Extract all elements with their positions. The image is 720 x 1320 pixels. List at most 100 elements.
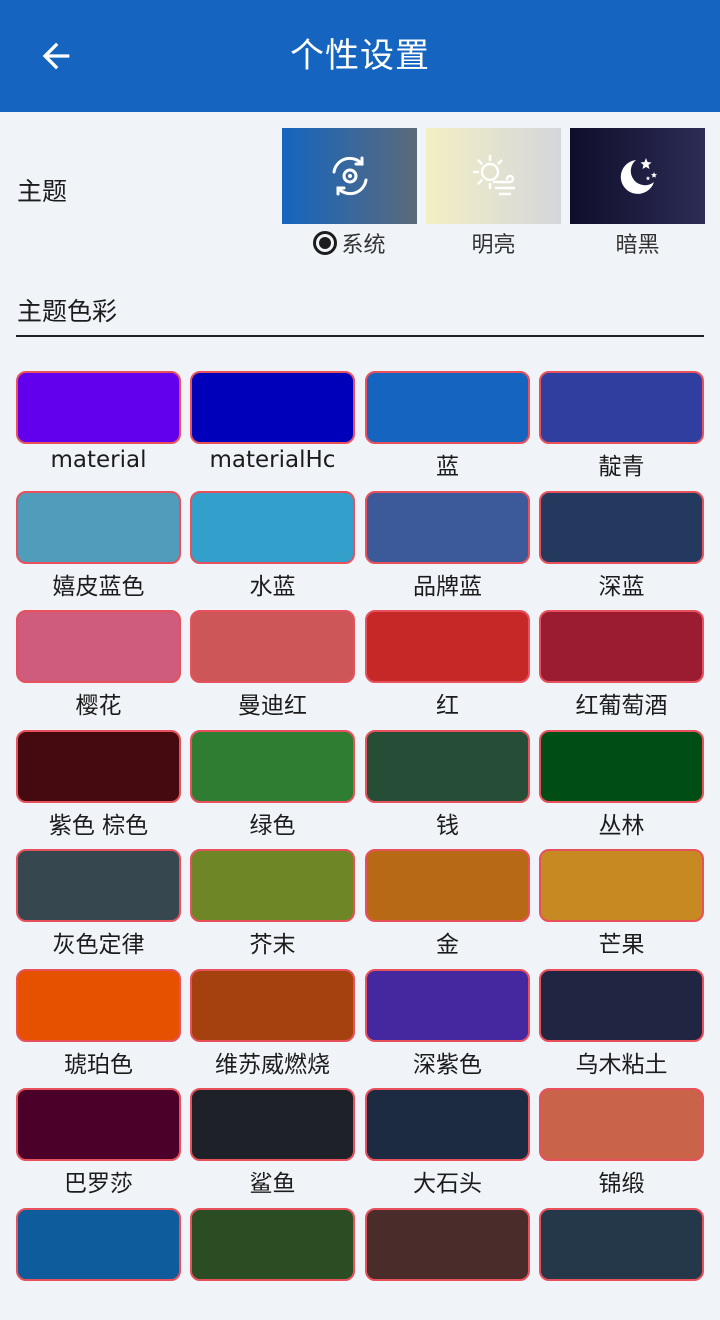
- color-swatch-box[interactable]: [539, 491, 704, 564]
- color-swatch-box[interactable]: [365, 1088, 530, 1161]
- color-swatch[interactable]: 维苏威燃烧: [190, 969, 355, 1081]
- color-swatch[interactable]: 巴罗莎: [16, 1088, 181, 1200]
- color-swatch-box[interactable]: [190, 371, 355, 444]
- color-swatch-label: 维苏威燃烧: [215, 1052, 330, 1078]
- color-swatch[interactable]: 鲨鱼: [190, 1088, 355, 1200]
- color-swatch[interactable]: material: [16, 371, 181, 483]
- color-swatch[interactable]: 金: [365, 849, 530, 961]
- theme-tile-system[interactable]: [282, 128, 417, 224]
- color-swatch-box[interactable]: [539, 1208, 704, 1281]
- color-swatch-label: 芒果: [598, 932, 645, 958]
- color-swatch-box[interactable]: [365, 1208, 530, 1281]
- color-swatch[interactable]: 红: [365, 610, 530, 722]
- color-swatch[interactable]: 品牌蓝: [365, 491, 530, 603]
- moon-stars-icon: [620, 158, 657, 194]
- color-swatch-box[interactable]: [365, 969, 530, 1042]
- color-swatch[interactable]: [365, 1208, 530, 1320]
- color-swatch[interactable]: 锦缎: [539, 1088, 704, 1200]
- color-swatch-box[interactable]: [365, 491, 530, 564]
- color-swatch[interactable]: 红葡萄酒: [539, 610, 704, 722]
- color-swatch-label: 大石头: [413, 1171, 482, 1197]
- color-swatch[interactable]: [190, 1208, 355, 1320]
- theme-option-dark[interactable]: 暗黑: [570, 128, 705, 258]
- theme-tile-light[interactable]: [426, 128, 561, 224]
- color-swatch-box[interactable]: [190, 1208, 355, 1281]
- section-divider: [16, 335, 704, 337]
- color-swatch-box[interactable]: [190, 1088, 355, 1161]
- color-swatch-box[interactable]: [190, 730, 355, 803]
- color-swatch-label: 品牌蓝: [413, 574, 482, 600]
- color-swatch-label: 琥珀色: [64, 1052, 133, 1078]
- color-swatch-box[interactable]: [539, 969, 704, 1042]
- radio-selected-icon[interactable]: [313, 231, 338, 255]
- color-swatch-box[interactable]: [190, 610, 355, 683]
- theme-option-light[interactable]: 明亮: [426, 128, 561, 258]
- color-swatch-box[interactable]: [16, 730, 181, 803]
- color-swatch[interactable]: 丛林: [539, 730, 704, 842]
- color-swatch[interactable]: 大石头: [365, 1088, 530, 1200]
- color-swatch-box[interactable]: [16, 371, 181, 444]
- theme-name-dark: 暗黑: [615, 233, 660, 258]
- color-swatch-box[interactable]: [539, 730, 704, 803]
- color-swatch[interactable]: 灰色定律: [16, 849, 181, 961]
- color-swatch-box[interactable]: [16, 1088, 181, 1161]
- color-swatch-box[interactable]: [539, 849, 704, 922]
- color-swatch-label: 芥末: [249, 932, 296, 958]
- color-swatch[interactable]: 曼迪红: [190, 610, 355, 722]
- color-swatch[interactable]: 深蓝: [539, 491, 704, 603]
- theme-tile-dark[interactable]: [570, 128, 705, 224]
- theme-caption-system: 系统: [282, 228, 417, 258]
- color-swatch-box[interactable]: [16, 610, 181, 683]
- color-swatch-label: 深蓝: [598, 574, 645, 600]
- color-swatch-box[interactable]: [539, 610, 704, 683]
- color-swatch-label: 金: [436, 932, 459, 958]
- theme-name-system: 系统: [341, 233, 386, 258]
- page-title: 个性设置: [290, 36, 430, 76]
- theme-caption-light: 明亮: [426, 228, 561, 258]
- color-swatch-label: 紫色 棕色: [48, 813, 149, 839]
- color-swatch-box[interactable]: [16, 969, 181, 1042]
- color-swatch-box[interactable]: [365, 371, 530, 444]
- theme-name-light: 明亮: [471, 233, 516, 258]
- color-swatch[interactable]: 芒果: [539, 849, 704, 961]
- color-swatch[interactable]: [539, 1208, 704, 1320]
- color-swatch-box[interactable]: [190, 969, 355, 1042]
- color-swatch-box[interactable]: [190, 849, 355, 922]
- color-swatch-label: 巴罗莎: [64, 1171, 133, 1197]
- color-swatch-label: 红葡萄酒: [575, 693, 668, 719]
- theme-option-system[interactable]: 系统: [282, 128, 417, 258]
- color-swatch-label: 丛林: [598, 813, 645, 839]
- color-swatch-box[interactable]: [16, 491, 181, 564]
- color-swatch-label: 绿色: [249, 813, 296, 839]
- color-swatch-box[interactable]: [539, 371, 704, 444]
- sun-cloud-icon: [472, 154, 515, 196]
- color-swatch[interactable]: 钱: [365, 730, 530, 842]
- color-swatch-box[interactable]: [365, 730, 530, 803]
- color-swatch[interactable]: 蓝: [365, 371, 530, 483]
- color-swatch[interactable]: [16, 1208, 181, 1320]
- color-swatch[interactable]: 樱花: [16, 610, 181, 722]
- color-swatch[interactable]: 芥末: [190, 849, 355, 961]
- color-swatch-label: 深紫色: [413, 1052, 482, 1078]
- color-swatch[interactable]: 琥珀色: [16, 969, 181, 1081]
- color-swatch[interactable]: 水蓝: [190, 491, 355, 603]
- color-swatch-label: 蓝: [436, 454, 459, 480]
- color-swatch[interactable]: materialHc: [190, 371, 355, 483]
- color-swatch-box[interactable]: [16, 1208, 181, 1281]
- color-swatch[interactable]: 绿色: [190, 730, 355, 842]
- color-swatch-box[interactable]: [16, 849, 181, 922]
- color-swatch-label: 曼迪红: [238, 693, 307, 719]
- color-swatch[interactable]: 嬉皮蓝色: [16, 491, 181, 603]
- app-bar: 个性设置: [0, 0, 720, 112]
- color-swatch-label: 灰色定律: [52, 932, 145, 958]
- color-swatch-box[interactable]: [190, 491, 355, 564]
- color-swatch-box[interactable]: [365, 610, 530, 683]
- color-swatch[interactable]: 深紫色: [365, 969, 530, 1081]
- color-swatch-box[interactable]: [365, 849, 530, 922]
- theme-label: 主题: [17, 177, 68, 206]
- color-swatch-box[interactable]: [539, 1088, 704, 1161]
- color-swatch[interactable]: 乌木粘土: [539, 969, 704, 1081]
- color-swatch[interactable]: 靛青: [539, 371, 704, 483]
- color-swatch-label: 樱花: [75, 693, 122, 719]
- color-swatch[interactable]: 紫色 棕色: [16, 730, 181, 842]
